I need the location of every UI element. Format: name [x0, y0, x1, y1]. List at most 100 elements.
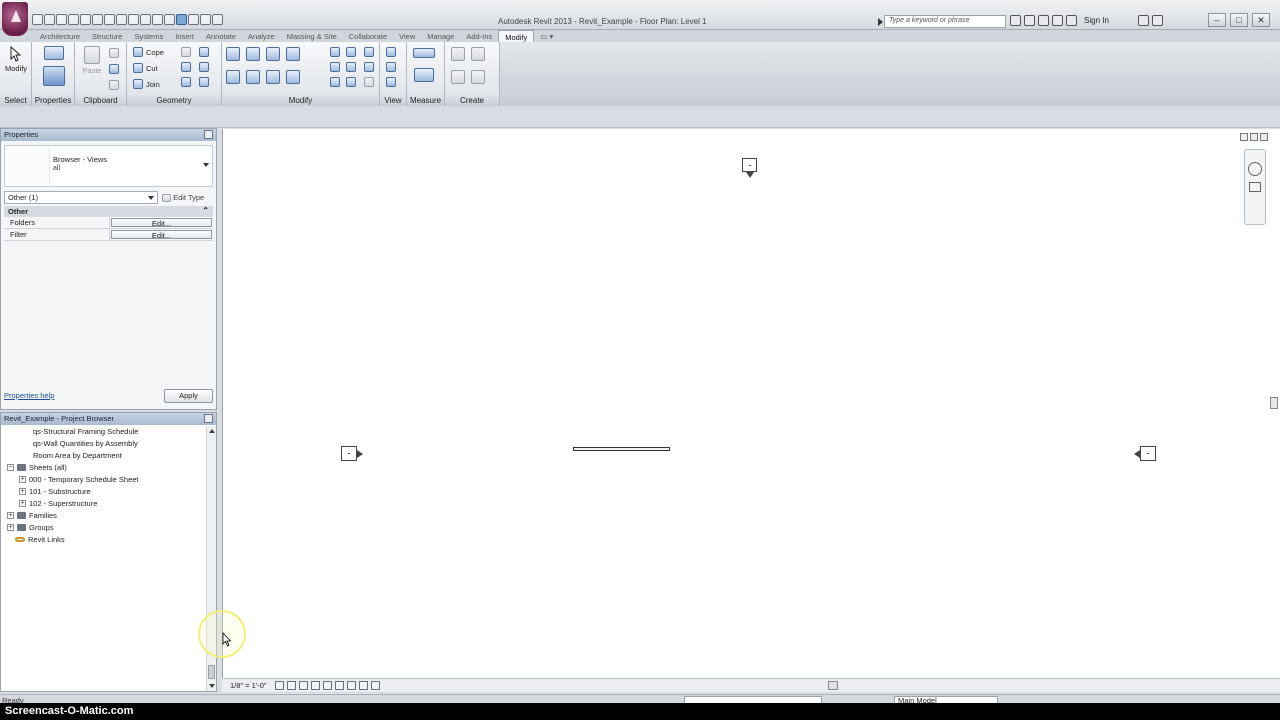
tree-item[interactable]: + Groups — [7, 523, 54, 532]
tree-item[interactable]: qs-Structural Framing Schedule — [33, 427, 138, 436]
reveal-hidden-icon[interactable] — [359, 681, 368, 690]
elevation-marker-west[interactable] — [341, 446, 363, 461]
aligned-dimension-icon[interactable] — [414, 68, 434, 82]
remove-paint-icon[interactable] — [199, 77, 209, 87]
open-icon[interactable] — [32, 14, 43, 25]
paint-icon[interactable] — [181, 77, 191, 87]
save-icon[interactable] — [44, 14, 55, 25]
trim-extend-icon[interactable] — [286, 70, 300, 84]
unpin-icon[interactable] — [346, 62, 356, 72]
tree-item[interactable]: +102 - Superstructure — [19, 499, 97, 508]
detail-level-icon[interactable] — [275, 681, 284, 690]
close-hidden-windows-icon[interactable] — [188, 14, 199, 25]
undo-icon[interactable] — [68, 14, 79, 25]
properties-icon[interactable] — [43, 66, 65, 86]
extend-icon[interactable] — [364, 62, 374, 72]
expand-icon[interactable]: + — [19, 500, 26, 507]
scale-icon[interactable] — [330, 77, 340, 87]
tree-item[interactable]: + Families — [7, 511, 57, 520]
move-icon[interactable] — [226, 70, 240, 84]
show-crop-icon[interactable] — [335, 681, 344, 690]
wall-element[interactable] — [573, 447, 670, 451]
tab-architecture[interactable]: Architecture — [34, 30, 86, 42]
scroll-down-icon[interactable] — [209, 684, 215, 688]
communication-icon[interactable] — [1038, 15, 1049, 26]
tab-modify[interactable]: Modify — [498, 30, 535, 42]
expand-icon[interactable]: + — [19, 488, 26, 495]
subscription-icon[interactable] — [1024, 15, 1035, 26]
crop-view-icon[interactable] — [323, 681, 332, 690]
mirror-draw-icon[interactable] — [286, 47, 300, 61]
split-gap-icon[interactable] — [346, 47, 356, 57]
view-minimize-icon[interactable] — [1240, 133, 1248, 141]
rotate-icon[interactable] — [266, 70, 280, 84]
switch-windows-icon[interactable] — [200, 14, 211, 25]
scroll-up-icon[interactable] — [209, 429, 215, 433]
steering-wheel-icon[interactable] — [1248, 162, 1262, 176]
split-element-icon[interactable] — [330, 47, 340, 57]
properties-help-link[interactable]: Properties help — [4, 391, 54, 400]
elevation-marker-north[interactable] — [742, 158, 757, 178]
align-icon[interactable] — [226, 47, 240, 61]
tab-analyze[interactable]: Analyze — [242, 30, 281, 42]
apply-button[interactable]: Apply — [164, 389, 213, 403]
modify-panel-label[interactable]: Modify — [222, 95, 379, 106]
clipboard-panel-label[interactable]: Clipboard — [75, 95, 126, 106]
tree-item[interactable]: − Sheets (all) — [7, 463, 67, 472]
create-group-icon[interactable] — [451, 70, 465, 84]
tree-item[interactable]: +101 - Substructure — [19, 487, 91, 496]
text-icon[interactable] — [140, 14, 151, 25]
visual-style-icon[interactable] — [287, 681, 296, 690]
dimension-icon[interactable] — [116, 14, 127, 25]
shadows-icon[interactable] — [311, 681, 320, 690]
cut-geometry-button[interactable]: Cut — [133, 63, 158, 73]
sun-path-icon[interactable] — [299, 681, 308, 690]
tab-annotate[interactable]: Annotate — [200, 30, 242, 42]
beam-joins-icon[interactable] — [199, 47, 209, 57]
tab-collaborate[interactable]: Collaborate — [343, 30, 393, 42]
array-icon[interactable] — [330, 62, 340, 72]
customize-toolbar-icon[interactable] — [212, 14, 223, 25]
paste-button[interactable]: Paste — [79, 46, 105, 75]
tab-view[interactable]: View — [393, 30, 421, 42]
property-group-other[interactable]: Other ⌃ — [4, 206, 213, 217]
default-3d-view-icon[interactable] — [152, 14, 163, 25]
edit-type-button[interactable]: Edit Type — [162, 191, 204, 204]
copy-element-icon[interactable] — [246, 70, 260, 84]
measure-panel-label[interactable]: Measure — [407, 95, 444, 106]
tree-item[interactable]: +000 - Temporary Schedule Sheet — [19, 475, 139, 484]
collapse-icon[interactable]: − — [7, 464, 14, 471]
redo-icon[interactable] — [80, 14, 91, 25]
create-parts-icon[interactable] — [471, 47, 485, 61]
match-type-icon[interactable] — [109, 80, 119, 90]
favorites-star-icon[interactable] — [1052, 15, 1063, 26]
view-panel-label[interactable]: View — [380, 95, 406, 106]
tab-add-ins[interactable]: Add-Ins — [460, 30, 498, 42]
override-graphics-icon[interactable] — [386, 62, 396, 72]
analytical-model-icon[interactable] — [371, 681, 380, 690]
expand-icon[interactable]: + — [7, 524, 14, 531]
cope-button[interactable]: Cope — [133, 47, 164, 57]
print-icon[interactable] — [92, 14, 103, 25]
sync-icon[interactable] — [56, 14, 67, 25]
tree-item[interactable]: Room Area by Department — [33, 451, 122, 460]
geometry-panel-label[interactable]: Geometry — [127, 95, 221, 106]
sign-in-link[interactable]: Sign In — [1084, 16, 1109, 25]
view-restore-icon[interactable] — [1250, 133, 1258, 141]
wall-joins-icon[interactable] — [181, 47, 191, 57]
properties-panel-label[interactable]: Properties — [32, 95, 74, 106]
search-expand-icon[interactable] — [878, 18, 883, 26]
type-selector[interactable]: Browser - Views all — [4, 145, 213, 187]
create-similar-icon[interactable] — [471, 70, 485, 84]
pin-icon[interactable] — [346, 77, 356, 87]
help-icon[interactable] — [1151, 15, 1163, 26]
tab-manage[interactable]: Manage — [421, 30, 460, 42]
create-panel-label[interactable]: Create — [445, 95, 499, 106]
tab-systems[interactable]: Systems — [128, 30, 169, 42]
measure-distance-icon[interactable] — [413, 48, 435, 58]
exchange-apps-icon[interactable] — [1137, 15, 1149, 26]
search-input[interactable]: Type a keyword or phrase — [884, 15, 1006, 28]
browser-close-icon[interactable] — [204, 414, 213, 423]
section-icon[interactable] — [164, 14, 175, 25]
split-face-icon[interactable] — [181, 62, 191, 72]
